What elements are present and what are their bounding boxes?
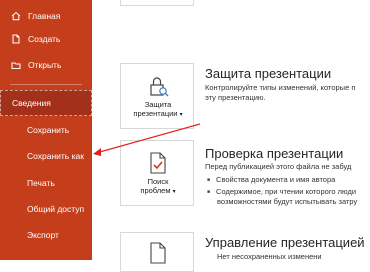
sidebar-item-info[interactable]: Сведения — [0, 90, 92, 116]
inspect-bullet-1: Свойства документа и имя автора — [207, 175, 335, 184]
inspect-desc-1: Перед публикацией этого файла не забуд — [205, 162, 352, 171]
card-edge — [120, 0, 194, 6]
home-icon — [11, 11, 21, 21]
sidebar-item-label: Открыть — [28, 60, 62, 70]
sidebar-item-print[interactable]: Печать — [0, 170, 92, 196]
inspect-button-label: Поиск проблем ▾ — [140, 177, 176, 195]
sidebar-item-new[interactable]: Создать — [0, 26, 92, 52]
document-icon — [146, 241, 170, 265]
sidebar-item-label: Сведения — [12, 98, 51, 108]
sidebar-item-open[interactable]: Открыть — [0, 52, 92, 78]
inspect-bullet-2: Содержимое, при чтении которого люди — [207, 187, 356, 196]
backstage-sidebar: Главная Создать Открыть Сведения Сохрани… — [0, 0, 92, 260]
protect-presentation-button[interactable]: Защита презентации ▾ — [120, 63, 194, 129]
sidebar-item-save[interactable]: Сохранить — [0, 117, 92, 143]
sidebar-item-label: Экспорт — [27, 230, 59, 240]
lock-icon — [146, 74, 170, 98]
chevron-down-icon: ▾ — [179, 112, 183, 118]
sidebar-item-label: Общий доступ — [27, 204, 85, 214]
manage-presentation-button[interactable] — [120, 232, 194, 272]
inspect-bullet-2-cont: возможностями будут испытывать затру — [217, 197, 358, 206]
sidebar-item-label: Сохранить — [27, 125, 70, 135]
manage-desc-1: Нет несохраненных изменени — [217, 252, 322, 261]
protect-button-label: Защита презентации ▾ — [133, 100, 183, 118]
sidebar-item-label: Создать — [28, 34, 61, 44]
sidebar-item-share[interactable]: Общий доступ — [0, 196, 92, 222]
inspect-document-icon — [146, 151, 170, 175]
sidebar-item-export[interactable]: Экспорт — [0, 222, 92, 248]
protect-desc-2: эту презентацию. — [205, 93, 266, 102]
manage-title: Управление презентацией — [205, 235, 365, 250]
sidebar-item-label: Печать — [27, 178, 55, 188]
chevron-down-icon: ▾ — [172, 189, 176, 195]
open-folder-icon — [11, 60, 21, 70]
new-document-icon — [11, 34, 21, 44]
protect-desc-1: Контролируйте типы изменений, которые п — [205, 83, 356, 92]
inspect-title: Проверка презентации — [205, 146, 344, 161]
sidebar-item-label: Главная — [28, 11, 61, 21]
protect-title: Защита презентации — [205, 66, 332, 81]
check-for-issues-button[interactable]: Поиск проблем ▾ — [120, 140, 194, 206]
sidebar-divider — [10, 84, 82, 85]
sidebar-item-save-as[interactable]: Сохранить как — [0, 143, 92, 169]
sidebar-item-label: Сохранить как — [27, 151, 84, 161]
